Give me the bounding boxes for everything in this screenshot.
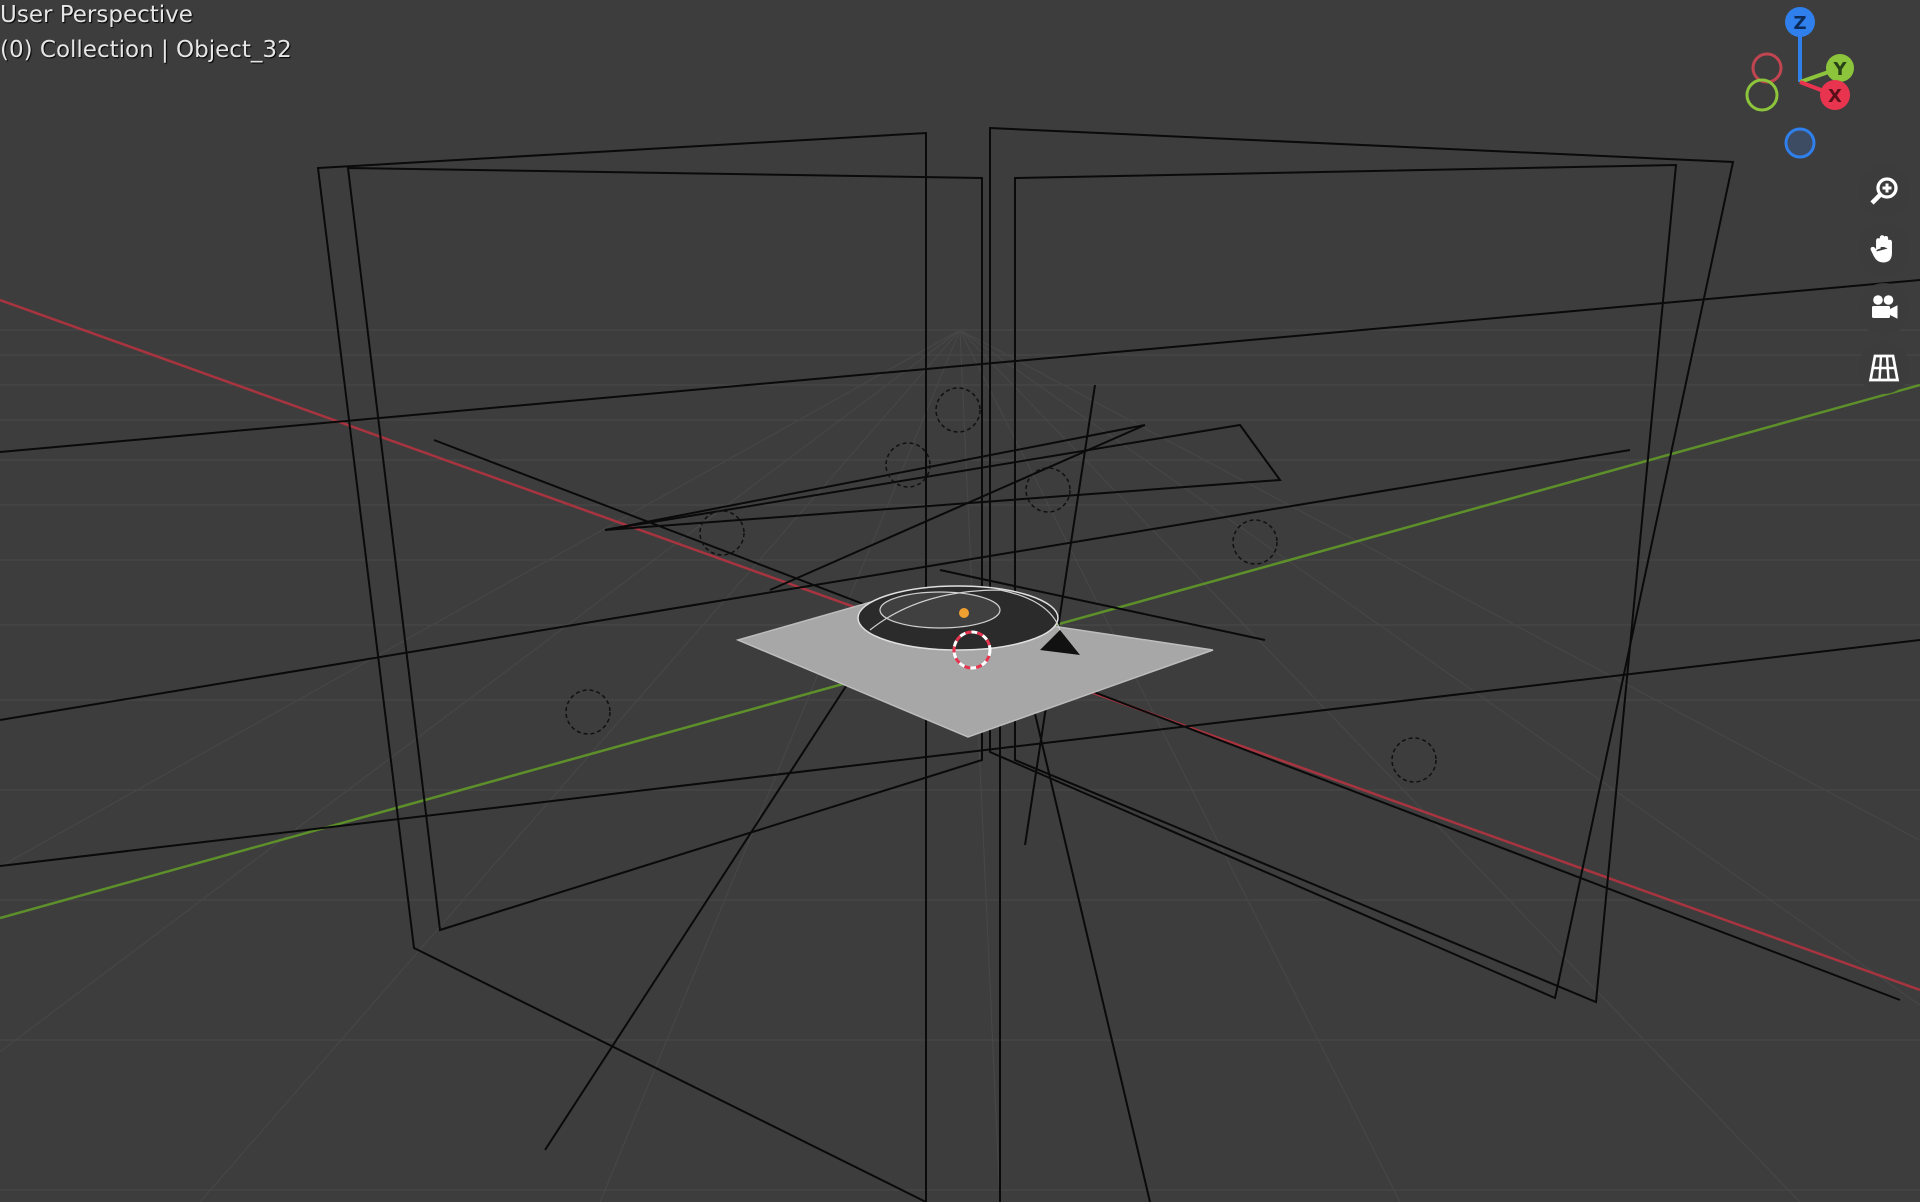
gizmo-y-label: Y [1832,59,1847,80]
gizmo-neg-y[interactable] [1745,78,1779,112]
gizmo-neg-x[interactable] [1751,52,1783,84]
perspective-grid-icon [1868,354,1900,382]
scene-canvas[interactable] [0,0,1920,1202]
pan-button[interactable] [1858,224,1910,276]
3d-viewport[interactable]: User Perspective (0) Collection | Object… [0,0,1920,1202]
navigation-gizmo[interactable]: Z Y X [1730,0,1880,165]
perspective-toggle-button[interactable] [1858,342,1910,394]
camera-view-button[interactable] [1858,283,1910,335]
object-info-label: (0) Collection | Object_32 [0,37,292,63]
camera-view-icon [1872,295,1898,319]
hand-pan-icon [1870,235,1892,263]
view-mode-label: User Perspective [0,2,193,28]
gizmo-z-label: Z [1793,13,1806,34]
object-origin [959,608,969,618]
gizmo-neg-z[interactable] [1784,127,1816,159]
zoom-button[interactable] [1858,165,1910,217]
zoom-in-icon [1870,177,1898,205]
gizmo-x-label: X [1828,86,1842,107]
